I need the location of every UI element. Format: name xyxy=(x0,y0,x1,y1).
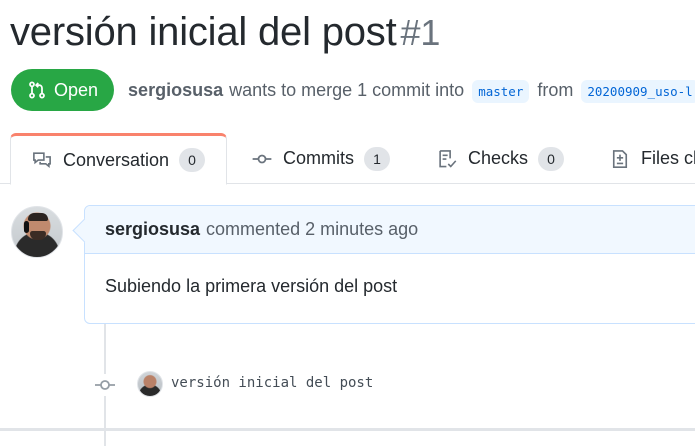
divider xyxy=(0,428,695,431)
avatar[interactable] xyxy=(11,206,63,258)
pr-number: #1 xyxy=(400,12,441,53)
git-pull-request-icon xyxy=(27,80,47,100)
commit-author-avatar[interactable] xyxy=(137,371,163,397)
from-text: from xyxy=(537,79,574,100)
tab-label: Commits xyxy=(283,148,354,168)
comment-header: sergiosusa commented 2 minutes ago xyxy=(85,206,695,254)
merge-summary: sergiosusa wants to merge 1 commit into … xyxy=(128,79,695,103)
comment-body: Subiendo la primera versión del post xyxy=(105,276,398,296)
pr-title: versión inicial del post #1 xyxy=(10,10,440,55)
head-branch[interactable]: 20200909_uso-l xyxy=(581,79,695,103)
tab-checks[interactable]: Checks 0 xyxy=(437,133,565,184)
comment-timestamp[interactable]: commented 2 minutes ago xyxy=(206,219,418,240)
comment-author-link[interactable]: sergiosusa xyxy=(105,219,200,240)
tab-conversation[interactable]: Conversation 0 xyxy=(10,133,228,185)
pr-meta: Open sergiosusa wants to merge 1 commit … xyxy=(11,69,695,111)
tab-counter: 1 xyxy=(364,146,390,171)
tab-counter: 0 xyxy=(179,148,206,172)
pull-request-page: versión inicial del post #1 Open sergiosu… xyxy=(0,0,695,446)
tab-commits[interactable]: Commits 1 xyxy=(252,133,390,184)
comment-discussion-icon xyxy=(32,150,52,170)
pr-author-link[interactable]: sergiosusa xyxy=(128,80,223,101)
tab-label: Checks xyxy=(468,148,529,168)
checklist-icon xyxy=(437,149,457,169)
git-commit-icon xyxy=(94,374,116,396)
file-diff-icon xyxy=(610,149,630,169)
tab-label: Conversation xyxy=(63,149,170,170)
pr-title-text: versión inicial del post xyxy=(10,10,397,54)
pr-tabs: Conversation 0 Commits 1 Checks 0 Files … xyxy=(0,133,695,185)
tab-counter: 0 xyxy=(538,146,565,171)
comment-box: sergiosusa commented 2 minutes ago Subie… xyxy=(84,205,695,324)
tab-label: Files ch xyxy=(641,148,695,168)
state-badge: Open xyxy=(11,69,115,111)
merge-text: wants to merge 1 commit into xyxy=(229,79,465,100)
git-commit-icon xyxy=(252,149,272,169)
tab-files-changed[interactable]: Files ch xyxy=(610,133,695,184)
base-branch[interactable]: master xyxy=(472,79,530,103)
commit-message-link[interactable]: versión inicial del post xyxy=(171,375,373,391)
state-label: Open xyxy=(54,79,99,100)
